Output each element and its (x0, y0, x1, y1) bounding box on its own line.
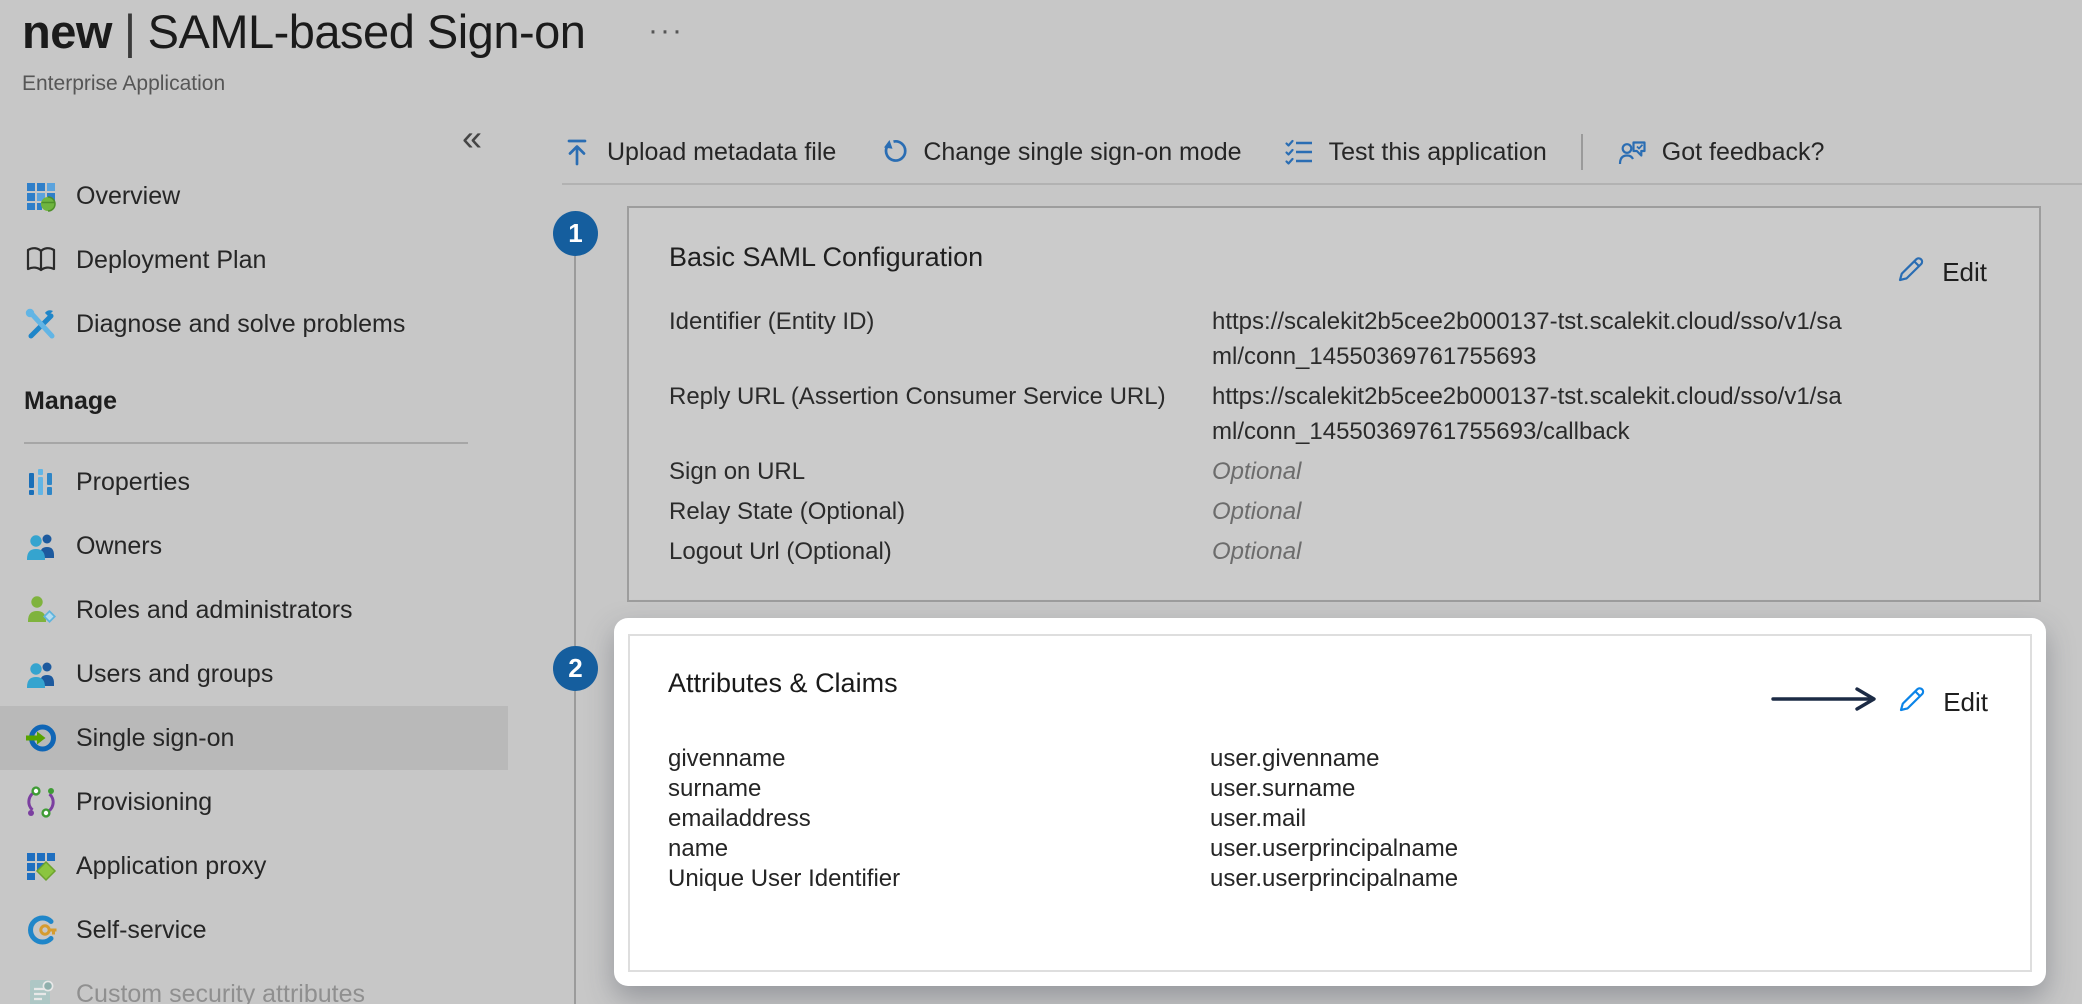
toolbar-button-label: Upload metadata file (607, 138, 836, 167)
config-row-value: user.givenname (1210, 744, 1458, 774)
sidebar-item-properties[interactable]: Properties (0, 450, 508, 514)
more-options-icon[interactable]: ··· (648, 14, 684, 48)
toolbar-button-test-this-application[interactable]: Test this application (1284, 137, 1547, 167)
pencil-icon (1897, 684, 1927, 721)
attribute-claim-rows: givennameuser.givennamesurnameuser.surna… (668, 744, 1458, 894)
step-2-badge: 2 (553, 646, 598, 691)
toolbar-button-label: Got feedback? (1662, 138, 1825, 167)
toolbar-button-got-feedback[interactable]: Got feedback? (1617, 137, 1825, 167)
config-row-label: surname (668, 774, 1210, 804)
sidebar-collapse-icon[interactable]: « (462, 120, 482, 156)
sidebar-item-provisioning[interactable]: Provisioning (0, 770, 508, 834)
pointer-arrow-icon (1771, 686, 1879, 719)
step-1-badge: 1 (553, 211, 598, 256)
config-row-label: Sign on URL (669, 454, 1212, 489)
saml-config-rows: Identifier (Entity ID)https://scalekit2b… (669, 304, 1852, 569)
config-row-label: Logout Url (Optional) (669, 534, 1212, 569)
config-row-label: Reply URL (Assertion Consumer Service UR… (669, 379, 1212, 449)
sidebar-item-deployment-plan[interactable]: Deployment Plan (0, 228, 508, 292)
sidebar-item-label: Application proxy (76, 852, 266, 881)
config-row-label: Relay State (Optional) (669, 494, 1212, 529)
config-row-label: Identifier (Entity ID) (669, 304, 1212, 374)
overview-icon (24, 179, 58, 213)
sidebar-nav: Overview Deployment Plan Diagnose and solv… (0, 164, 508, 1004)
edit-attributes-claims-button[interactable]: Edit (1897, 684, 1988, 721)
sidebar-item-custom-security-attributes: Custom security attributes (0, 962, 508, 1004)
provisioning-icon (24, 785, 58, 819)
command-bar: Upload metadata file Change single sign-o… (562, 124, 1824, 180)
page-subtitle: Enterprise Application (22, 72, 225, 96)
sidebar-item-users-and-groups[interactable]: Users and groups (0, 642, 508, 706)
config-row-value: user.userprincipalname (1210, 834, 1458, 864)
sidebar-item-label: Single sign-on (76, 724, 234, 753)
edit-label: Edit (1943, 687, 1988, 718)
toolbar-divider (1581, 134, 1583, 170)
sidebar-item-label: Diagnose and solve problems (76, 310, 405, 339)
custom-security-attributes-icon (24, 977, 58, 1004)
page-title: new|SAML-based Sign-on (22, 4, 585, 59)
sidebar-item-label: Custom security attributes (76, 980, 365, 1004)
undo-arrow-icon (878, 137, 908, 167)
sidebar-item-single-sign-on[interactable]: Single sign-on (0, 706, 508, 770)
config-row-value: Optional (1212, 494, 1852, 529)
sidebar-item-self-service[interactable]: Self-service (0, 898, 508, 962)
app-name: new (22, 5, 112, 58)
single-sign-on-icon (24, 721, 58, 755)
toolbar-button-label: Test this application (1329, 138, 1547, 167)
feedback-person-icon (1617, 137, 1647, 167)
edit-label: Edit (1942, 257, 1987, 288)
sidebar-section-heading: Manage (0, 386, 508, 416)
sidebar-item-label: Self-service (76, 916, 207, 945)
sidebar-section-divider (24, 442, 468, 444)
step-connector-line (574, 691, 576, 1004)
attributes-claims-section: Attributes & Claims Edit givennameuser.g… (614, 618, 2046, 986)
sidebar-item-label: Deployment Plan (76, 246, 266, 275)
users-groups-icon (24, 657, 58, 691)
config-row-value: user.surname (1210, 774, 1458, 804)
sidebar-item-application-proxy[interactable]: Application proxy (0, 834, 508, 898)
roles-admin-icon (24, 593, 58, 627)
sidebar-item-diagnose-and-solve-problems[interactable]: Diagnose and solve problems (0, 292, 508, 356)
basic-saml-configuration-section: Basic SAML Configuration Edit Identifier… (627, 206, 2041, 602)
command-bar-divider (562, 183, 2082, 185)
properties-icon (24, 465, 58, 499)
sidebar-item-label: Provisioning (76, 788, 212, 817)
section-title: Attributes & Claims (668, 668, 898, 699)
config-row-value: Optional (1212, 534, 1852, 569)
config-row-label: Unique User Identifier (668, 864, 1210, 894)
config-row-value: user.userprincipalname (1210, 864, 1458, 894)
toolbar-button-label: Change single sign-on mode (923, 138, 1241, 167)
toolbar-button-upload-metadata-file[interactable]: Upload metadata file (562, 137, 836, 167)
config-row-label: name (668, 834, 1210, 864)
deployment-plan-icon (24, 243, 58, 277)
diagnose-tools-icon (24, 307, 58, 341)
section-title: Basic SAML Configuration (669, 242, 983, 273)
config-row-value: https://scalekit2b5cee2b000137-tst.scale… (1212, 304, 1852, 374)
pencil-icon (1896, 254, 1926, 291)
sidebar-item-label: Overview (76, 182, 180, 211)
step-connector-line (574, 256, 576, 646)
upload-icon (562, 137, 592, 167)
config-row-label: givenname (668, 744, 1210, 774)
sidebar-item-label: Properties (76, 468, 190, 497)
sidebar-item-roles-and-administrators[interactable]: Roles and administrators (0, 578, 508, 642)
sidebar-item-label: Roles and administrators (76, 596, 353, 625)
sidebar-item-label: Users and groups (76, 660, 273, 689)
checklist-icon (1284, 137, 1314, 167)
title-separator: | (124, 5, 136, 58)
config-row-label: emailaddress (668, 804, 1210, 834)
saml-sign-on-page: new|SAML-based Sign-on ··· Enterprise Ap… (0, 0, 2082, 1004)
owners-people-icon (24, 529, 58, 563)
config-row-value: https://scalekit2b5cee2b000137-tst.scale… (1212, 379, 1852, 449)
config-row-value: user.mail (1210, 804, 1458, 834)
toolbar-button-change-single-sign-on-mode[interactable]: Change single sign-on mode (878, 137, 1241, 167)
application-proxy-icon (24, 849, 58, 883)
page-name: SAML-based Sign-on (148, 5, 586, 58)
sidebar-item-owners[interactable]: Owners (0, 514, 508, 578)
sidebar-item-label: Owners (76, 532, 162, 561)
sidebar-item-overview[interactable]: Overview (0, 164, 508, 228)
self-service-key-icon (24, 913, 58, 947)
config-row-value: Optional (1212, 454, 1852, 489)
edit-basic-saml-button[interactable]: Edit (1896, 254, 1987, 291)
